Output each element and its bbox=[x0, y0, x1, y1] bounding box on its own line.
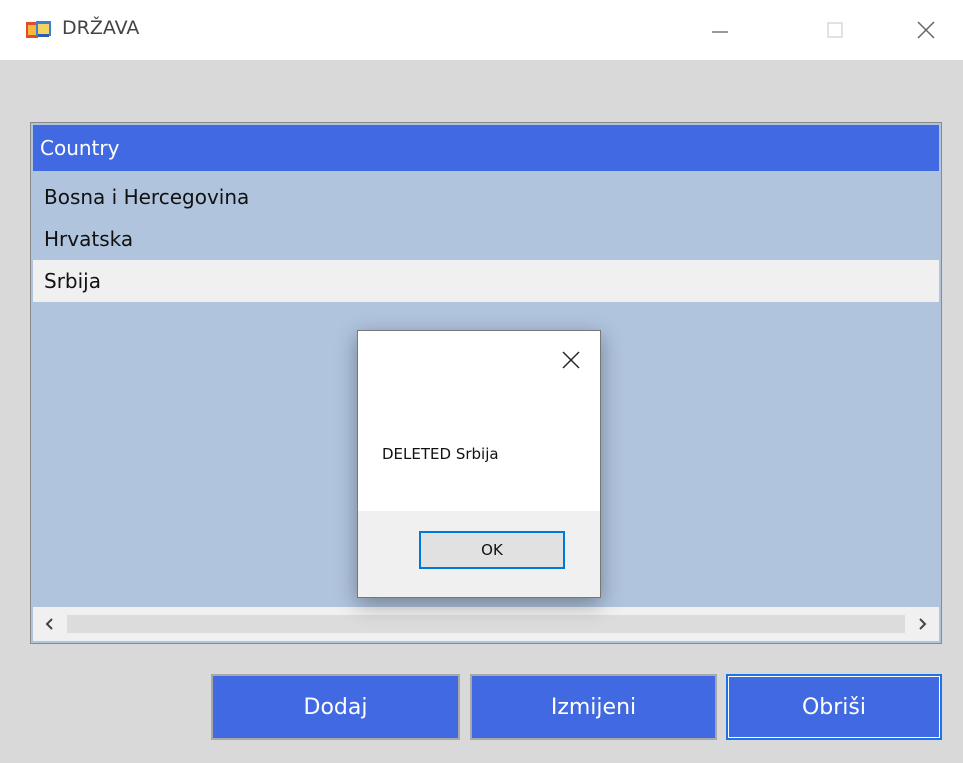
add-button[interactable]: Dodaj bbox=[211, 674, 460, 740]
message-box-footer: OK bbox=[358, 511, 600, 597]
delete-button[interactable]: Obriši bbox=[726, 674, 942, 740]
list-item-selected[interactable]: Srbija bbox=[33, 260, 939, 302]
message-box: DELETED Srbija OK bbox=[357, 330, 601, 598]
app-icon bbox=[26, 19, 52, 41]
chevron-right-icon bbox=[919, 618, 927, 630]
edit-button[interactable]: Izmijeni bbox=[470, 674, 717, 740]
column-header-country[interactable]: Country bbox=[33, 125, 939, 171]
message-text: DELETED Srbija bbox=[382, 445, 499, 463]
minimize-icon bbox=[712, 31, 728, 33]
window-title: DRŽAVA bbox=[62, 17, 140, 39]
scroll-right-button[interactable] bbox=[905, 607, 939, 641]
minimize-button[interactable] bbox=[690, 0, 750, 60]
maximize-icon bbox=[827, 22, 843, 38]
list-item[interactable]: Hrvatska bbox=[33, 218, 939, 260]
close-button[interactable] bbox=[896, 0, 956, 60]
horizontal-scrollbar[interactable] bbox=[33, 607, 939, 641]
maximize-button[interactable] bbox=[805, 0, 865, 60]
close-icon bbox=[917, 21, 935, 39]
message-box-close-button[interactable] bbox=[556, 345, 586, 375]
list-item[interactable]: Bosna i Hercegovina bbox=[33, 176, 939, 218]
chevron-left-icon bbox=[45, 618, 53, 630]
scrollbar-track[interactable] bbox=[67, 615, 905, 633]
ok-button[interactable]: OK bbox=[419, 531, 565, 569]
close-icon bbox=[562, 351, 580, 369]
title-bar[interactable]: DRŽAVA bbox=[0, 0, 963, 60]
scroll-left-button[interactable] bbox=[33, 607, 67, 641]
